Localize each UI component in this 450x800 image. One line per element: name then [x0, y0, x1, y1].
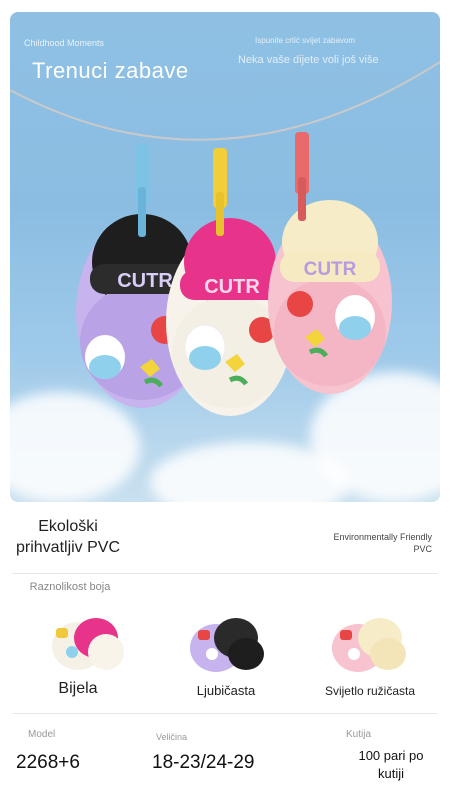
- svg-text:CUTR: CUTR: [304, 259, 357, 280]
- box-value: 100 pari po kutiji: [358, 748, 424, 781]
- pink-clog: CUTR: [268, 200, 392, 394]
- color-label-light-pink: Svijetlo ružičasta: [324, 684, 416, 698]
- color-swatch-light-pink[interactable]: [330, 612, 410, 674]
- model-value: 2268+6: [16, 752, 80, 773]
- hero-title: Trenuci zabave: [32, 58, 189, 83]
- divider: [12, 573, 438, 574]
- size-value: 18-23/24-29: [152, 752, 255, 773]
- model-label: Model: [28, 729, 56, 740]
- color-label-purple: Ljubičasta: [196, 683, 256, 698]
- box-label: Kutija: [346, 729, 372, 740]
- color-swatch-purple[interactable]: [188, 612, 268, 674]
- hero-tag: Childhood Moments: [24, 38, 105, 48]
- color-variety-title: Raznolikost boja: [29, 581, 111, 593]
- product-illustration: CUTR CUTR CUTR: [10, 61, 440, 416]
- color-swatch-white[interactable]: [48, 612, 128, 674]
- hero-subtitle-small: Ispunite crtić svijet zabavom: [255, 36, 356, 45]
- divider: [12, 713, 438, 714]
- svg-text:CUTR: CUTR: [204, 276, 260, 298]
- color-label-white: Bijela: [58, 680, 98, 697]
- svg-text:CUTR: CUTR: [117, 270, 173, 292]
- material-title: Ekološki prihvatljiv PVC: [15, 518, 121, 556]
- hero-banner: CUTR CUTR CUTR Childhood Moments Trenuci…: [10, 12, 440, 502]
- material-english: Environmentally Friendly PVC: [333, 532, 432, 554]
- hero-subtitle: Neka vaše dijete voli još više: [238, 54, 379, 66]
- size-label: Veličina: [156, 732, 188, 742]
